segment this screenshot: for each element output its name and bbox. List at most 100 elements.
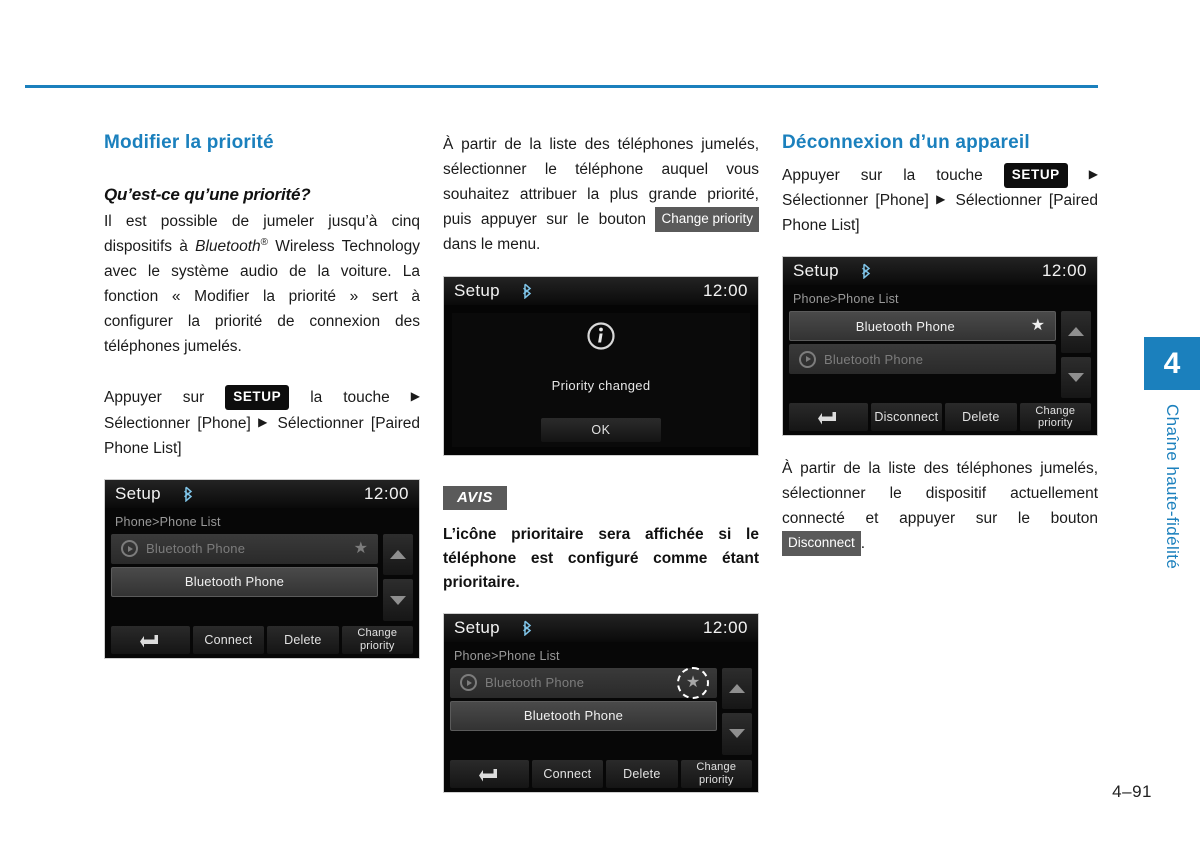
screen-footer: Connect Delete Change priority [444, 757, 758, 792]
screen-title: Setup [793, 261, 839, 281]
change-priority-badge[interactable]: Change priority [655, 207, 759, 233]
screen-header: Setup 12:00 [444, 613, 758, 642]
delete-button[interactable]: Delete [267, 625, 339, 654]
column-middle: À partir de la liste des téléphones jume… [443, 132, 759, 793]
screen-body: Phone>Phone List Bluetooth Phone ★ Bluet… [783, 285, 1097, 402]
list-item[interactable]: Bluetooth Phone [789, 344, 1056, 375]
phone-list-area: Bluetooth Phone ★ Bluetooth Phone [450, 666, 752, 758]
list-item[interactable]: Bluetooth Phone [450, 700, 717, 731]
chapter-tab: 4 Chaîne haute-fidélité [1144, 337, 1200, 569]
scroll-up-button[interactable] [722, 667, 752, 710]
instruction-text-1: Appuyer sur [104, 389, 226, 407]
change-priority-button[interactable]: Change priority [680, 759, 753, 788]
list-empty-area [450, 734, 717, 758]
scroll-down-arrow-icon [1068, 372, 1084, 382]
priority-star-icon[interactable]: ★ [1031, 318, 1045, 334]
screen-body: Phone>Phone List Bluetooth Phone ★ Bluet… [444, 641, 758, 758]
instruction-text-3: Sélectionner [Phone] [104, 414, 259, 432]
scroll-down-button[interactable] [383, 579, 413, 621]
list-item-label: Bluetooth Phone [146, 541, 246, 557]
scrollbar[interactable] [1061, 311, 1091, 401]
bluetooth-icon [520, 283, 534, 299]
screen-header: Setup 12:00 [444, 276, 758, 305]
screen-clock: 12:00 [702, 617, 748, 637]
connect-button[interactable]: Connect [192, 625, 265, 654]
cp-text-2: dans le menu. [443, 236, 541, 254]
column-left: Modifier la priorité Qu’est-ce qu’une pr… [104, 132, 420, 659]
dialog-message: Priority changed [551, 377, 651, 393]
scroll-up-arrow-icon [390, 550, 406, 560]
screen-title: Setup [454, 617, 500, 637]
header-rule [25, 85, 1098, 88]
step-arrow-icon: ▶ [936, 191, 949, 206]
phone-list: Bluetooth Phone ★ Bluetooth Phone [789, 311, 1056, 401]
bluetooth-icon [859, 263, 873, 280]
scroll-down-arrow-icon [390, 595, 406, 605]
connect-button[interactable]: Connect [531, 759, 604, 788]
disconnect-badge[interactable]: Disconnect [782, 531, 861, 557]
list-item[interactable]: Bluetooth Phone ★ [789, 311, 1056, 342]
disconnect-button[interactable]: Disconnect [870, 403, 943, 432]
scroll-up-arrow-icon [1068, 327, 1084, 337]
back-button[interactable] [111, 625, 190, 654]
screen-title: Setup [115, 483, 161, 503]
list-item[interactable]: Bluetooth Phone [111, 566, 378, 597]
scroll-up-button[interactable] [383, 533, 413, 576]
screen-clock: 12:00 [1041, 261, 1087, 281]
scrollbar[interactable] [722, 667, 752, 758]
dialog-ok-button[interactable]: OK [541, 417, 661, 442]
disc-text-2: . [860, 535, 866, 553]
setup-key-badge[interactable]: SETUP [225, 385, 290, 411]
change-priority-button[interactable]: Change priority [341, 625, 414, 654]
back-button[interactable] [450, 759, 529, 788]
priority-star-icon: ★ [685, 673, 701, 691]
section-title-disconnect: Déconnexion d’un appareil [782, 132, 1030, 153]
step-arrow-icon: ▶ [1088, 166, 1099, 181]
intro-paragraph: Il est possible de jumeler jusqu’à cinq … [104, 209, 420, 360]
change-priority-button[interactable]: Change priority [1019, 403, 1092, 432]
screen-footer: Connect Delete Change priority [105, 623, 419, 658]
priority-star-icon[interactable]: ★ [354, 540, 368, 557]
registered-mark: ® [260, 236, 268, 248]
infotainment-screenshot-phone-list-2: Setup 12:00 Phone>Phone List Bluetooth P… [443, 612, 759, 793]
chapter-label: Chaîne haute-fidélité [1163, 404, 1182, 570]
breadcrumb: Phone>Phone List [793, 292, 899, 307]
screen-header: Setup 12:00 [105, 479, 419, 508]
phone-list-area: Bluetooth Phone ★ Bluetooth Phone [111, 533, 413, 624]
infotainment-screenshot-phone-list-1: Setup 12:00 Phone>Phone List Bluetooth P… [104, 478, 420, 659]
setup-key-badge[interactable]: SETUP [1003, 162, 1068, 188]
screen-clock: 12:00 [363, 483, 409, 503]
phone-list-area: Bluetooth Phone ★ Bluetooth Phone [789, 311, 1091, 401]
disconnect-paragraph: À partir de la liste des téléphones jume… [782, 456, 1098, 557]
list-item-label: Bluetooth Phone [485, 675, 585, 691]
play-icon [460, 674, 477, 692]
back-arrow-icon [140, 634, 159, 648]
play-icon [121, 540, 138, 558]
list-item[interactable]: Bluetooth Phone ★ [450, 666, 717, 699]
infotainment-screenshot-priority-changed: Setup 12:00 Priority changed OK [443, 275, 759, 456]
list-item[interactable]: Bluetooth Phone ★ [111, 533, 378, 564]
breadcrumb: Phone>Phone List [454, 648, 560, 663]
scroll-down-button[interactable] [1061, 356, 1091, 399]
back-button[interactable] [789, 403, 868, 432]
scroll-down-button[interactable] [722, 713, 752, 755]
scroll-up-button[interactable] [1061, 311, 1091, 353]
list-item-label: Bluetooth Phone [855, 318, 955, 334]
bluetooth-icon [181, 486, 195, 502]
screen-title: Setup [454, 280, 500, 300]
scroll-up-arrow-icon [729, 683, 745, 693]
intro-text-part2: Wireless Technology avec le système audi… [104, 237, 420, 356]
dialog-body: Priority changed OK [444, 304, 758, 455]
step-arrow-icon: ▶ [258, 414, 271, 429]
scrollbar[interactable] [383, 533, 413, 624]
disc-text-1: À partir de la liste des téléphones jume… [782, 460, 1098, 528]
delete-button[interactable]: Delete [945, 403, 1017, 432]
note-block: AVIS L’icône prioritaire sera affichée s… [443, 485, 759, 595]
priority-star-highlight[interactable]: ★ [677, 666, 709, 699]
screen-header: Setup 12:00 [783, 257, 1097, 286]
play-icon [799, 350, 816, 368]
back-arrow-icon [479, 768, 498, 782]
delete-button[interactable]: Delete [606, 759, 678, 788]
step-arrow-icon: ▶ [410, 389, 420, 404]
list-item-label: Bluetooth Phone [523, 708, 624, 724]
